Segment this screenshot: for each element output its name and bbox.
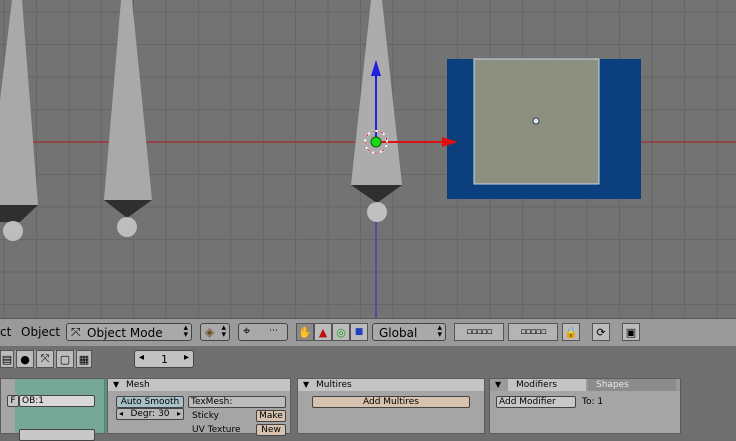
object-origin [370, 136, 382, 148]
scale-square-icon: ■ [354, 327, 364, 337]
context-tabs: ▤ ● ⤧ ▢ ▦ [0, 350, 92, 368]
left-arrow-icon: ◂ [119, 409, 124, 418]
frame-number-value: 1 [161, 353, 168, 366]
render-preview-button[interactable]: ⟳ [592, 323, 610, 341]
updown-arrow-icon: ▴ ▾ [183, 323, 188, 340]
mesh-panel: ▼ Mesh Auto Smooth ◂ Degr: 30 ▸ TexMesh:… [107, 378, 291, 436]
collapse-triangle-icon: ▼ [303, 380, 310, 389]
right-arrow-icon: ▸ [176, 409, 181, 418]
material-slot[interactable] [19, 429, 95, 441]
sticky-make-button[interactable]: Make [256, 410, 286, 422]
object-menu[interactable]: Object [21, 325, 60, 339]
left-arrow-icon: ◂ [139, 352, 145, 363]
multires-panel: ▼ Multires Add Multires [297, 378, 485, 434]
layers-grid-icon: ▫▫▫▫▫ [520, 327, 546, 337]
layer-buttons-group-2[interactable]: ▫▫▫▫▫ [508, 323, 558, 341]
collapse-triangle-icon: ▼ [113, 380, 120, 389]
mode-select[interactable]: ⤧ Object Mode ▴ ▾ [66, 323, 192, 341]
scale-manipulator[interactable]: ■ [350, 323, 368, 341]
frame-number-field[interactable]: ◂ 1 ▸ [134, 350, 194, 368]
multires-panel-title: Multires [316, 380, 352, 390]
pivot-crosshair-icon: ⌖ [243, 324, 251, 339]
translate-manipulator[interactable]: ▲ [314, 323, 332, 341]
lock-icon: 🔒 [564, 325, 578, 339]
sticky-label: Sticky [192, 411, 219, 421]
object-mode-icon: ⤧ [71, 325, 81, 339]
manipulator-toggle[interactable]: ✋ [296, 323, 314, 341]
snap-icon: ⋯ [269, 326, 278, 336]
mesh-panel-title: Mesh [126, 380, 150, 390]
cone-object-left [0, 0, 38, 241]
rotate-circle-icon: ◎ [336, 325, 346, 339]
shading-context-icon[interactable]: ● [16, 350, 34, 368]
menu-select[interactable]: ct [0, 325, 11, 339]
editing-context-icon[interactable]: ▢ [56, 350, 74, 368]
add-multires-button[interactable]: Add Multires [312, 396, 470, 408]
translate-triangle-icon: ▲ [318, 325, 328, 339]
modifiers-panel-header: ▼ Modifiers Shapes [490, 379, 680, 391]
magnet-icon: ⟳ [596, 325, 606, 339]
texmesh-field[interactable]: TexMesh: [188, 396, 286, 408]
add-modifier-button[interactable]: Add Modifier [496, 396, 576, 408]
tab-shapes[interactable]: Shapes [588, 379, 676, 391]
updown-arrow-icon: ▴ ▾ [221, 323, 226, 340]
orientation-label: Global [379, 326, 418, 340]
layers-grid-icon: ▫▫▫▫▫ [466, 327, 492, 337]
link-materials-panel: F OB:1 [0, 378, 110, 441]
uv-texture-new-button[interactable]: New [256, 424, 286, 436]
object-context-icon[interactable]: ⤧ [36, 350, 54, 368]
buttons-window: ▤ ● ⤧ ▢ ▦ ◂ 1 ▸ F OB:1 ▼ Mesh Auto Smoot… [0, 346, 736, 441]
tab-modifiers[interactable]: Modifiers [508, 379, 586, 391]
degr-field[interactable]: ◂ Degr: 30 ▸ [116, 408, 184, 420]
hand-icon: ✋ [298, 325, 312, 339]
modifier-target-label: To: 1 [582, 397, 604, 407]
auto-smooth-toggle[interactable]: Auto Smooth [116, 396, 184, 408]
logic-context-icon[interactable]: ▤ [0, 350, 14, 368]
image-icon: ▣ [625, 325, 637, 339]
draw-type-select[interactable]: ◈ ▴ ▾ [200, 323, 230, 341]
degr-value: Degr: 30 [130, 409, 170, 419]
right-arrow-icon: ▸ [183, 352, 189, 363]
updown-arrow-icon: ▴ ▾ [437, 323, 442, 340]
3d-viewport[interactable] [0, 0, 736, 318]
cone-object-middle [104, 0, 152, 237]
render-button[interactable]: ▣ [622, 323, 640, 341]
collapse-triangle-icon[interactable]: ▼ [495, 379, 501, 391]
object-name-field[interactable]: OB:1 [19, 395, 95, 407]
modifiers-panel: ▼ Modifiers Shapes Add Modifier To: 1 [489, 378, 681, 434]
pivot-select[interactable]: ⌖ ⋯ [238, 323, 288, 341]
solid-draw-icon: ◈ [205, 325, 215, 339]
lock-layers-button[interactable]: 🔒 [562, 323, 580, 341]
viewport-header: ct Object ⤧ Object Mode ▴ ▾ ◈ ▴ ▾ ⌖ ⋯ ✋ ▲ … [0, 318, 736, 346]
fake-user-button[interactable]: F [7, 395, 19, 407]
face-center-dot [532, 117, 540, 125]
mode-select-label: Object Mode [87, 326, 163, 340]
layer-buttons-group-1[interactable]: ▫▫▫▫▫ [454, 323, 504, 341]
rotate-manipulator[interactable]: ◎ [332, 323, 350, 341]
orientation-select[interactable]: Global ▴ ▾ [372, 323, 446, 341]
scene-context-icon[interactable]: ▦ [76, 350, 92, 368]
multires-panel-header[interactable]: ▼ Multires [298, 379, 484, 391]
mesh-panel-header[interactable]: ▼ Mesh [108, 379, 290, 391]
